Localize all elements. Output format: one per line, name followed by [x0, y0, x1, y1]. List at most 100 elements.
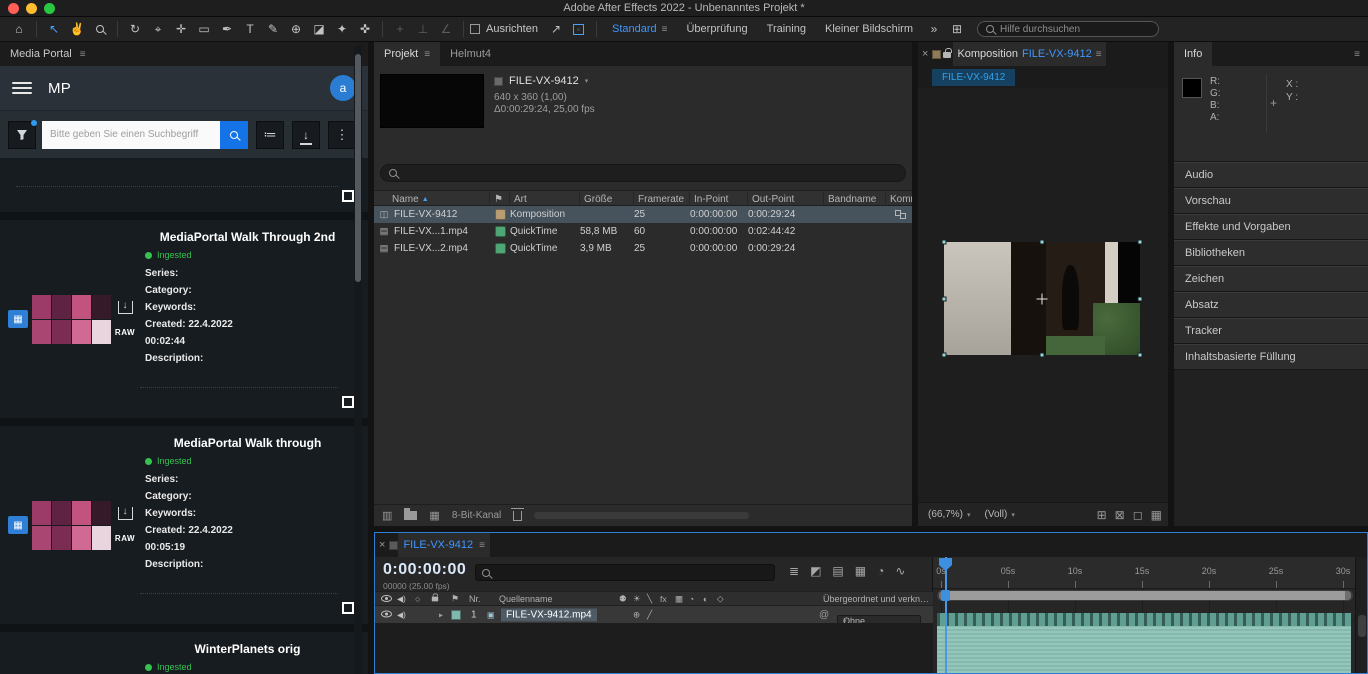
workspace-tab-review[interactable]: Überprüfung — [677, 23, 756, 35]
color-depth-button[interactable]: 8-Bit-Kanal — [452, 510, 501, 521]
layer-expand-icon[interactable]: ▸ — [439, 610, 443, 619]
timeline-search-field[interactable] — [475, 564, 775, 581]
help-search-input[interactable] — [1000, 24, 1150, 35]
frame-blend-icon[interactable]: ▦ — [855, 564, 866, 578]
panel-menu-icon[interactable]: ≡ — [424, 49, 430, 60]
layer-visibility-icon[interactable] — [381, 610, 392, 617]
project-search-input[interactable] — [403, 168, 897, 179]
panel-tab-tracker[interactable]: Tracker — [1174, 318, 1368, 344]
column-size[interactable]: Größe — [580, 191, 634, 207]
label-column-icon[interactable]: ⚑ — [451, 593, 459, 604]
region-of-interest-icon[interactable]: ◻ — [1133, 508, 1143, 522]
motion-blur-icon[interactable]: ◔ — [877, 564, 884, 578]
pen-tool-icon[interactable]: ✒ — [216, 19, 238, 39]
brush-tool-icon[interactable]: ✎ — [262, 19, 284, 39]
puppet-pin-tool-icon[interactable]: ✜ — [354, 19, 376, 39]
new-folder-icon[interactable] — [404, 511, 417, 520]
table-row[interactable]: ▤ FILE-VX...1.mp4 QuickTime 58,8 MB 60 0… — [374, 223, 912, 240]
card-checkbox[interactable] — [342, 602, 354, 614]
chevron-down-icon[interactable]: ▾ — [585, 77, 589, 85]
panel-tab-audio[interactable]: Audio — [1174, 162, 1368, 188]
workspace-overflow-icon[interactable]: » — [923, 19, 945, 39]
label-color-swatch[interactable] — [495, 209, 506, 220]
tab-composition[interactable]: Komposition FILE-VX-9412 ≡ — [953, 42, 1105, 66]
collapse-switch-icon[interactable]: ☀ — [633, 593, 641, 604]
type-tool-icon[interactable]: T — [239, 19, 261, 39]
media-card[interactable]: ▦ ↓ RAW MediaPortal Walk Through 2nd Ing… — [0, 220, 368, 418]
scrollbar-thumb[interactable] — [1358, 615, 1366, 637]
trash-icon[interactable] — [513, 511, 522, 521]
current-time-display[interactable]: 0:00:00:00 — [383, 561, 466, 579]
panel-menu-icon[interactable]: ≡ — [1354, 49, 1368, 60]
video-column-icon[interactable] — [381, 595, 392, 602]
timeline-tab[interactable]: FILE-VX-9412 ≡ — [398, 533, 490, 557]
list-options-button[interactable]: ≔ — [256, 121, 284, 149]
video-frame[interactable] — [944, 242, 1140, 355]
project-search-field[interactable] — [380, 164, 906, 182]
preview-item-name[interactable]: FILE-VX-9412 ▾ — [494, 75, 588, 87]
viewer-tab[interactable]: FILE-VX-9412 — [932, 69, 1015, 86]
layer-duration-bar[interactable] — [937, 613, 1351, 673]
tab-info[interactable]: Info — [1174, 42, 1212, 66]
column-comment[interactable]: Komme — [886, 191, 912, 207]
table-row[interactable]: ▤ FILE-VX...2.mp4 QuickTime 3,9 MB 25 0:… — [374, 240, 912, 257]
table-row[interactable]: ◫ FILE-VX-9412 Komposition 25 0:00:00:00… — [374, 206, 912, 223]
column-art[interactable]: Art — [510, 191, 580, 207]
hand-tool-icon[interactable]: ✌ — [66, 19, 88, 39]
transparency-grid-icon[interactable]: ▦ — [1151, 508, 1162, 522]
scrollbar[interactable] — [354, 46, 362, 674]
card-checkbox[interactable] — [342, 190, 354, 202]
column-bandname[interactable]: Bandname — [824, 191, 886, 207]
roto-brush-tool-icon[interactable]: ✦ — [331, 19, 353, 39]
panel-menu-icon[interactable]: ≡ — [1096, 49, 1102, 60]
orbit-tool-icon[interactable]: ↻ — [124, 19, 146, 39]
column-name[interactable]: Name ▲ — [374, 191, 490, 207]
download-button[interactable]: ↓ — [292, 121, 320, 149]
local-axis-mode-icon[interactable]: + — [389, 19, 411, 39]
panel-tab-absatz[interactable]: Absatz — [1174, 292, 1368, 318]
resolution-dropdown[interactable]: (Voll) ▾ — [981, 507, 1019, 522]
anchor-point-icon[interactable] — [1037, 293, 1048, 304]
media-card-partial[interactable] — [0, 158, 368, 212]
media-card[interactable]: WinterPlanets orig Ingested — [0, 632, 368, 674]
magnification-dropdown[interactable]: (66,7%) ▾ — [924, 507, 975, 522]
panel-menu-icon[interactable]: ≡ — [80, 49, 86, 60]
media-card[interactable]: ▦ ↓ RAW MediaPortal Walk through Ingeste… — [0, 426, 368, 624]
playhead-navigator-handle[interactable] — [941, 590, 950, 601]
layer-label-color[interactable] — [451, 610, 461, 620]
quality-switch-icon[interactable]: ╲ — [647, 593, 652, 604]
time-ruler[interactable]: 0s 05s 10s 15s 20s 25s 30s — [933, 557, 1355, 589]
panel-tab-zeichen[interactable]: Zeichen — [1174, 266, 1368, 292]
view-axis-mode-icon[interactable]: ∠ — [435, 19, 457, 39]
adjustment-switch-icon[interactable]: ◐ — [703, 594, 708, 604]
label-color-swatch[interactable] — [495, 243, 506, 254]
horizontal-scrollbar[interactable] — [534, 512, 749, 519]
panel-tab-effekte[interactable]: Effekte und Vorgaben — [1174, 214, 1368, 240]
camera-tool-icon[interactable]: ⌖ — [147, 19, 169, 39]
selection-handle[interactable] — [1138, 297, 1143, 302]
timeline-search-input[interactable] — [496, 567, 768, 578]
workspace-tab-training[interactable]: Training — [758, 23, 815, 35]
column-in-point[interactable]: In-Point — [690, 191, 748, 207]
hamburger-menu-icon[interactable] — [12, 82, 32, 94]
panel-tab-bibliotheken[interactable]: Bibliotheken — [1174, 240, 1368, 266]
panel-tab-vorschau[interactable]: Vorschau — [1174, 188, 1368, 214]
selection-handle[interactable] — [942, 240, 947, 245]
grid-guides-icon[interactable]: ⊞ — [1097, 508, 1107, 522]
frame-blend-switch-icon[interactable]: ▦ — [675, 593, 683, 604]
selection-handle[interactable] — [942, 353, 947, 358]
column-framerate[interactable]: Framerate — [634, 191, 690, 207]
draft-3d-icon[interactable]: ◩ — [810, 564, 821, 578]
card-checkbox[interactable] — [342, 396, 354, 408]
project-table-header[interactable]: Name ▲ ⚑ Art Größe Framerate In-Point Ou… — [374, 190, 912, 206]
download-icon[interactable]: ↓ — [118, 301, 133, 314]
lock-icon[interactable] — [943, 52, 951, 58]
workspace-switcher-icon[interactable]: ⊞ — [946, 19, 968, 39]
help-search-field[interactable] — [977, 21, 1159, 37]
lock-column-icon[interactable] — [432, 596, 438, 601]
work-area-bar[interactable] — [939, 591, 1351, 600]
media-search-field[interactable] — [42, 121, 220, 149]
filter-button[interactable] — [8, 121, 36, 149]
layer-quality-switch[interactable]: ╱ — [647, 609, 652, 620]
interpret-footage-icon[interactable]: ▥ — [382, 509, 392, 522]
